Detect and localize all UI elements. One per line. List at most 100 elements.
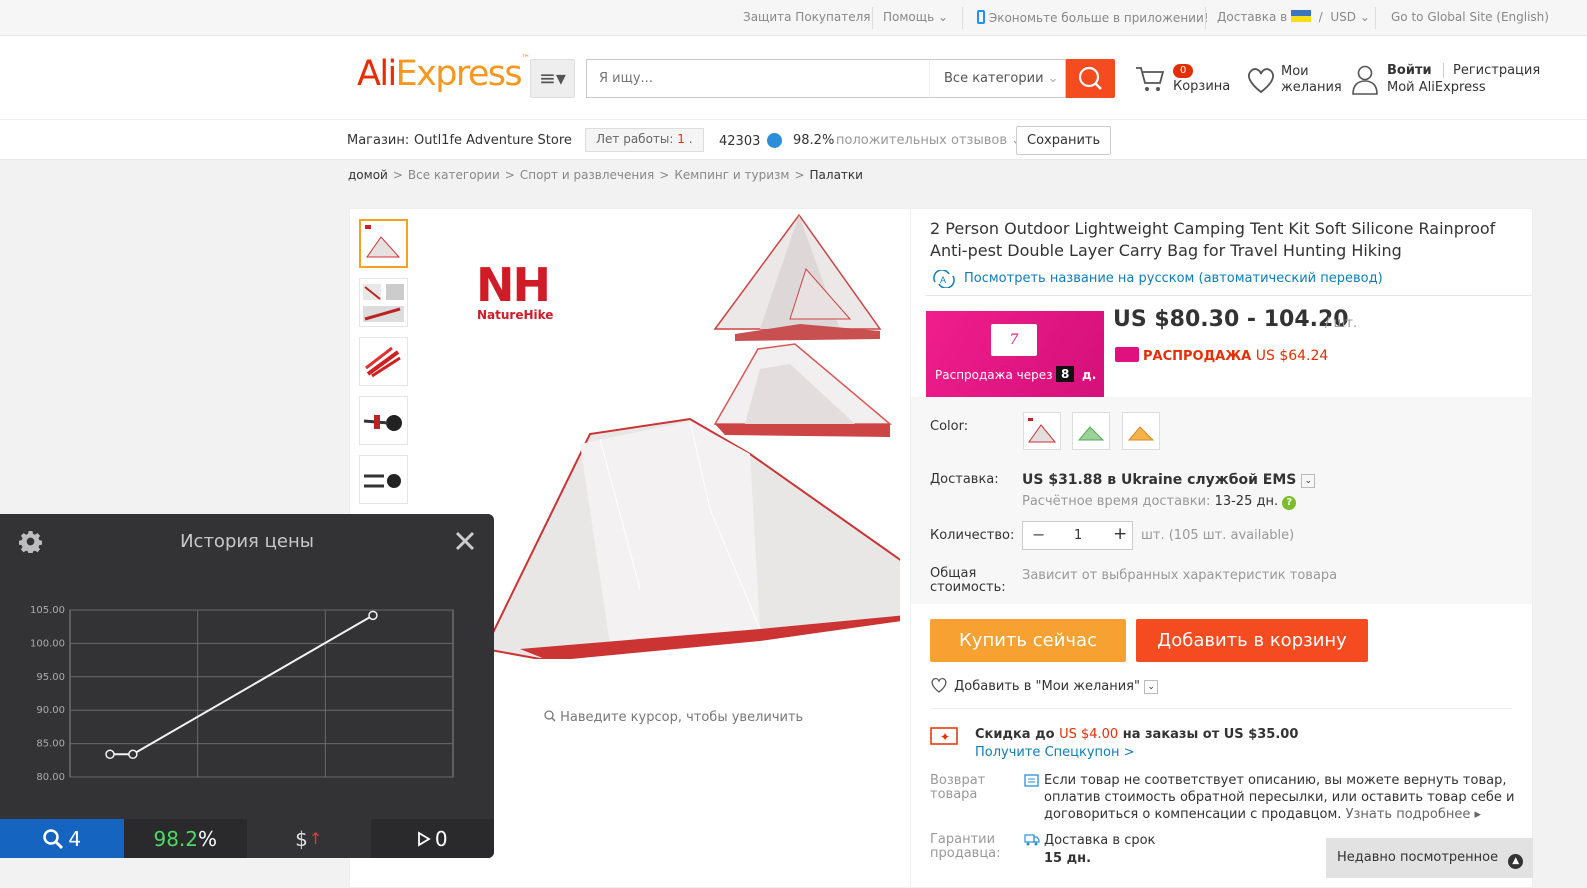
guarantee-text: Доставка в срок	[1044, 833, 1156, 848]
header: AliExpress™ ≡▾ Все категории ⌄ 0 Корзина…	[0, 36, 1587, 120]
close-icon[interactable]	[454, 530, 476, 552]
color-swatch-grey[interactable]	[1023, 412, 1061, 450]
price-history-widget: История цены 105.00 100.00 95.00 90.00 85.00…	[0, 514, 494, 858]
thumbnail-2[interactable]	[359, 278, 408, 327]
search-button[interactable]	[1066, 59, 1115, 98]
color-swatch-green[interactable]	[1072, 412, 1110, 450]
translate-title-link[interactable]: Посмотреть название на русском (автомати…	[964, 271, 1383, 286]
my-aliexpress-link[interactable]: Мой AliExpress	[1387, 80, 1486, 95]
y-tick-label: 80.00	[36, 772, 65, 783]
buy-now-button[interactable]: Купить сейчас	[930, 619, 1126, 662]
positive-feedback-menu[interactable]: положительных отзывов ⌄	[836, 133, 1022, 148]
save-store-button[interactable]: Сохранить	[1016, 126, 1112, 155]
top-bar: Защита Покупателя Помощь ⌄ Экономьте бол…	[0, 0, 1587, 36]
price-range: US $80.30 - 104.20	[1113, 307, 1349, 332]
quantity-input[interactable]: 1	[1074, 528, 1082, 543]
register-link[interactable]: Регистрация	[1443, 63, 1540, 78]
sale-countdown-banner: 7 Лет Распродажа через 8 д.	[926, 311, 1104, 397]
delivery-time: Расчётное время доставки: 13-25 дн. ?	[1022, 494, 1297, 510]
add-to-cart-button[interactable]: Добавить в корзину	[1136, 619, 1368, 662]
breadcrumb-item[interactable]: Все категории	[408, 168, 500, 182]
return-label: Возврат товара	[930, 773, 986, 802]
guarantee-label: Гарантии продавца:	[930, 832, 1001, 861]
store-label: Магазин:	[347, 133, 410, 148]
aliexpress-logo[interactable]: AliExpress™	[357, 54, 530, 94]
color-swatch-orange[interactable]	[1122, 412, 1160, 450]
search-icon	[1078, 66, 1102, 90]
category-menu-button[interactable]: ≡▾	[530, 59, 575, 98]
store-years-badge: Лет работы: 1 .	[585, 128, 704, 152]
signin-link[interactable]: Войти	[1387, 63, 1432, 78]
breadcrumb: домой > Все категории > Спорт и развлечения >…	[348, 168, 863, 182]
quantity-label: Количество:	[930, 528, 1015, 543]
delivery-truck-icon	[1024, 834, 1040, 846]
delivery-label: Доставка:	[930, 472, 999, 487]
y-tick-label: 100.00	[30, 638, 65, 649]
search-input[interactable]	[586, 59, 929, 98]
anniversary-badge: 7 Лет	[991, 324, 1037, 380]
cart-link[interactable]: Корзина	[1173, 79, 1230, 94]
help-icon[interactable]: ?	[1282, 496, 1297, 510]
product-title: 2 Person Outdoor Lightweight Camping Ten…	[930, 219, 1496, 260]
cart-icon[interactable]	[1134, 63, 1166, 95]
views-stat[interactable]: 4	[0, 819, 124, 858]
breadcrumb-item[interactable]: Кемпинг и туризм	[674, 168, 789, 182]
global-site-link[interactable]: Go to Global Site (English)	[1391, 10, 1549, 24]
divider	[926, 295, 1532, 296]
add-to-wishlist-link[interactable]: Добавить в "Мои желания" ⌄	[930, 677, 1159, 694]
y-tick-label: 105.00	[30, 605, 65, 616]
price-trend-stat[interactable]: $ ↑	[247, 819, 371, 858]
buyer-protection-link[interactable]: Защита Покупателя	[743, 10, 870, 24]
sale-price: РАСПРОДАЖА US $64.24	[1143, 348, 1329, 364]
promo-countdown-text: Распродажа через	[935, 368, 1053, 382]
breadcrumb-item[interactable]: Спорт и развлечения	[520, 168, 654, 182]
heart-plus-icon	[931, 677, 947, 693]
price-history-title: История цены	[180, 531, 314, 552]
chart-frame	[69, 609, 454, 778]
total-label: Общая стоимость:	[930, 566, 1006, 595]
heart-icon[interactable]	[1246, 66, 1276, 94]
app-promo-link[interactable]: Экономьте больше в приложении!	[977, 10, 1209, 25]
thumbnail-5[interactable]	[359, 455, 408, 504]
total-value: Зависит от выбранных характеристик товар…	[1022, 568, 1338, 583]
learn-more-link[interactable]: Узнать подробнее ▸	[1346, 807, 1482, 822]
chevron-up-icon: ▲	[1508, 854, 1524, 869]
store-name-link[interactable]: Outl1fe Adventure Store	[414, 133, 572, 148]
price-history-chart: 105.00 100.00 95.00 90.00 85.00 80.00	[30, 605, 454, 783]
divider	[1375, 7, 1376, 29]
cart-count-badge: 0	[1173, 64, 1194, 78]
thumbnail-4[interactable]	[359, 396, 408, 445]
user-icon[interactable]	[1352, 64, 1378, 96]
plays-stat[interactable]: 0	[370, 819, 494, 858]
delivery-option[interactable]: US $31.88 в Ukraine службой EMS ⌄	[1022, 472, 1316, 488]
increase-button[interactable]: +	[1113, 524, 1127, 544]
promo-days-count: 8	[1056, 366, 1075, 382]
coupon-icon: ✦	[930, 727, 958, 745]
sale-badge-icon	[1115, 347, 1139, 362]
search-icon	[43, 828, 64, 849]
thumbnail-3[interactable]	[359, 337, 408, 386]
price-point	[105, 749, 115, 760]
translate-icon: A	[933, 270, 955, 288]
price-history-stats: 4 98.2% $ ↑ 0	[0, 819, 494, 858]
decrease-button[interactable]: −	[1032, 525, 1045, 544]
svg-text:✦: ✦	[940, 730, 950, 744]
rating-stat[interactable]: 98.2%	[123, 819, 247, 858]
recently-viewed-bar[interactable]: Недавно посмотренное ▲	[1326, 838, 1533, 878]
main-product-image[interactable]	[460, 209, 900, 659]
store-bar: Магазин: Outl1fe Adventure Store Лет раб…	[0, 120, 1587, 160]
help-menu[interactable]: Помощь ⌄	[883, 10, 948, 24]
arrow-up-icon: ↑	[308, 829, 323, 848]
quantity-available: шт. (105 шт. available)	[1141, 528, 1295, 543]
category-select[interactable]: Все категории ⌄	[929, 59, 1066, 98]
coupon-link[interactable]: Получите Спецкупон >	[975, 745, 1135, 760]
return-icon	[1024, 774, 1039, 787]
divider	[872, 7, 873, 29]
breadcrumb-home[interactable]: домой	[348, 168, 388, 182]
y-tick-label: 90.00	[36, 705, 65, 716]
discount-text: Скидка до US $4.00 на заказы от US $35.0…	[975, 727, 1299, 742]
thumbnail-1[interactable]	[359, 219, 408, 268]
ship-to-selector[interactable]: Доставка в / USD ⌄	[1217, 10, 1370, 24]
zoom-hint: Наведите курсор, чтобы увеличить	[544, 710, 803, 725]
wishlist-link[interactable]: Мои желания	[1281, 64, 1342, 96]
